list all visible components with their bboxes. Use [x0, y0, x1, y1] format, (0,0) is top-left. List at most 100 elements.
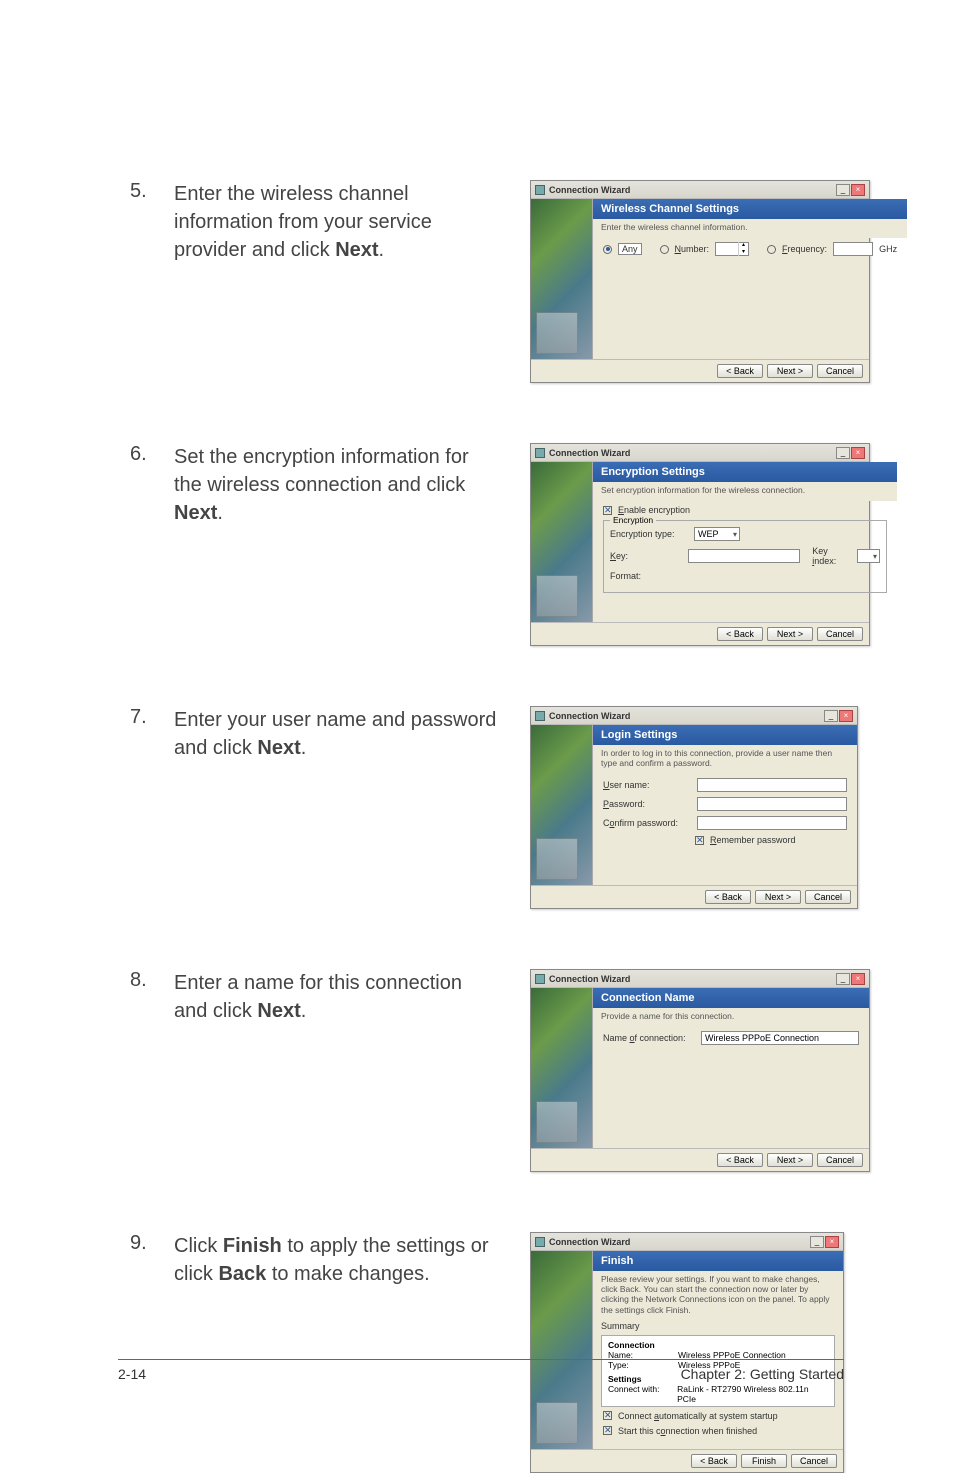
- close-icon[interactable]: ×: [839, 710, 853, 722]
- banner-desc: Enter the wireless channel information.: [593, 219, 907, 238]
- banner-desc: Please review your settings. If you want…: [593, 1271, 843, 1321]
- number-spinner[interactable]: ▴▾: [715, 242, 749, 256]
- enable-label: Enable encryption: [618, 505, 690, 515]
- username-field[interactable]: [697, 778, 847, 792]
- finish-button[interactable]: Finish: [741, 1454, 787, 1468]
- cancel-button[interactable]: Cancel: [817, 627, 863, 641]
- window-title: Connection Wizard: [549, 448, 630, 458]
- minimize-icon[interactable]: _: [836, 447, 850, 459]
- step-body: Click Finish to apply the settings or cl…: [174, 1232, 500, 1288]
- wizard-channel: Connection Wizard _ × Wireless Channel S…: [530, 180, 870, 383]
- minimize-icon[interactable]: _: [836, 973, 850, 985]
- frequency-field[interactable]: [833, 242, 873, 256]
- password-label: Password:: [603, 799, 691, 809]
- wizard-graphic: [531, 199, 593, 359]
- close-icon[interactable]: ×: [851, 447, 865, 459]
- autostart-checkbox[interactable]: [603, 1411, 612, 1420]
- enctype-dropdown[interactable]: WEP: [694, 527, 740, 541]
- app-icon: [535, 974, 545, 984]
- remember-label: Remember password: [710, 835, 796, 845]
- cancel-button[interactable]: Cancel: [817, 1153, 863, 1167]
- connname-field[interactable]: Wireless PPPoE Connection: [701, 1031, 859, 1045]
- format-label: Format:: [610, 571, 688, 581]
- wizard-encryption: Connection Wizard _ × Encryption Setting…: [530, 443, 870, 646]
- wizard-graphic: [531, 988, 593, 1148]
- wizard-graphic: [531, 725, 593, 885]
- cancel-button[interactable]: Cancel: [791, 1454, 837, 1468]
- key-label: Key:: [610, 551, 682, 561]
- wizard-name: Connection Wizard _ × Connection Name Pr…: [530, 969, 870, 1172]
- app-icon: [535, 711, 545, 721]
- close-icon[interactable]: ×: [851, 973, 865, 985]
- cancel-button[interactable]: Cancel: [817, 364, 863, 378]
- back-button[interactable]: < Back: [717, 364, 763, 378]
- close-icon[interactable]: ×: [851, 184, 865, 196]
- wizard-login: Connection Wizard _ × Login Settings In …: [530, 706, 858, 909]
- app-icon: [535, 185, 545, 195]
- next-button[interactable]: Next >: [767, 364, 813, 378]
- banner-title: Wireless Channel Settings: [593, 199, 907, 219]
- window-title: Connection Wizard: [549, 711, 630, 721]
- autostart-label: Connect automatically at system startup: [618, 1411, 778, 1421]
- banner-desc: In order to log in to this connection, p…: [593, 745, 857, 774]
- password-field[interactable]: [697, 797, 847, 811]
- key-field[interactable]: [688, 549, 800, 563]
- back-button[interactable]: < Back: [705, 890, 751, 904]
- step-number: 9.: [130, 1232, 150, 1288]
- banner-title: Login Settings: [593, 725, 857, 745]
- any-label: Any: [618, 243, 642, 255]
- chapter-title: Chapter 2: Getting Started: [681, 1366, 844, 1382]
- summary-label: Summary: [593, 1321, 843, 1331]
- next-button[interactable]: Next >: [767, 627, 813, 641]
- back-button[interactable]: < Back: [717, 1153, 763, 1167]
- keyindex-label: Key index:: [812, 546, 851, 566]
- enctype-label: Encryption type:: [610, 529, 688, 539]
- app-icon: [535, 448, 545, 458]
- next-button[interactable]: Next >: [767, 1153, 813, 1167]
- radio-any[interactable]: [603, 245, 612, 254]
- banner-title: Encryption Settings: [593, 462, 897, 482]
- back-button[interactable]: < Back: [691, 1454, 737, 1468]
- username-label: User name:: [603, 780, 691, 790]
- page-number: 2-14: [118, 1366, 146, 1382]
- enable-encryption-checkbox[interactable]: [603, 506, 612, 515]
- window-title: Connection Wizard: [549, 974, 630, 984]
- wizard-graphic: [531, 462, 593, 622]
- keyindex-dropdown[interactable]: [857, 549, 880, 563]
- step-number: 7.: [130, 706, 150, 762]
- window-title: Connection Wizard: [549, 1237, 630, 1247]
- step-body: Set the encryption information for the w…: [174, 443, 500, 527]
- step-body: Enter your user name and password and cl…: [174, 706, 500, 762]
- fieldset-legend: Encryption: [610, 515, 656, 525]
- step-body: Enter a name for this connection and cli…: [174, 969, 500, 1025]
- minimize-icon[interactable]: _: [810, 1236, 824, 1248]
- startnow-label: Start this connection when finished: [618, 1426, 757, 1436]
- window-title: Connection Wizard: [549, 185, 630, 195]
- confirm-field[interactable]: [697, 816, 847, 830]
- app-icon: [535, 1237, 545, 1247]
- minimize-icon[interactable]: _: [836, 184, 850, 196]
- banner-desc: Set encryption information for the wirel…: [593, 482, 897, 501]
- cancel-button[interactable]: Cancel: [805, 890, 851, 904]
- frequency-label: Frequency:: [782, 244, 827, 254]
- step-body: Enter the wireless channel information f…: [174, 180, 500, 264]
- step-number: 6.: [130, 443, 150, 527]
- minimize-icon[interactable]: _: [824, 710, 838, 722]
- number-label: NNumber:umber:: [675, 244, 710, 254]
- step-number: 8.: [130, 969, 150, 1025]
- confirm-label: Confirm password:: [603, 818, 691, 828]
- banner-title: Connection Name: [593, 988, 869, 1008]
- remember-checkbox[interactable]: [695, 836, 704, 845]
- wizard-graphic: [531, 1251, 593, 1449]
- next-button[interactable]: Next >: [755, 890, 801, 904]
- startnow-checkbox[interactable]: [603, 1426, 612, 1435]
- banner-desc: Provide a name for this connection.: [593, 1008, 869, 1027]
- close-icon[interactable]: ×: [825, 1236, 839, 1248]
- step-number: 5.: [130, 180, 150, 264]
- radio-frequency[interactable]: [767, 245, 776, 254]
- connname-label: Name of connection:: [603, 1033, 695, 1043]
- ghz-label: GHz: [879, 244, 897, 254]
- wizard-finish: Connection Wizard _ × Finish Please revi…: [530, 1232, 844, 1473]
- radio-number[interactable]: [660, 245, 669, 254]
- back-button[interactable]: < Back: [717, 627, 763, 641]
